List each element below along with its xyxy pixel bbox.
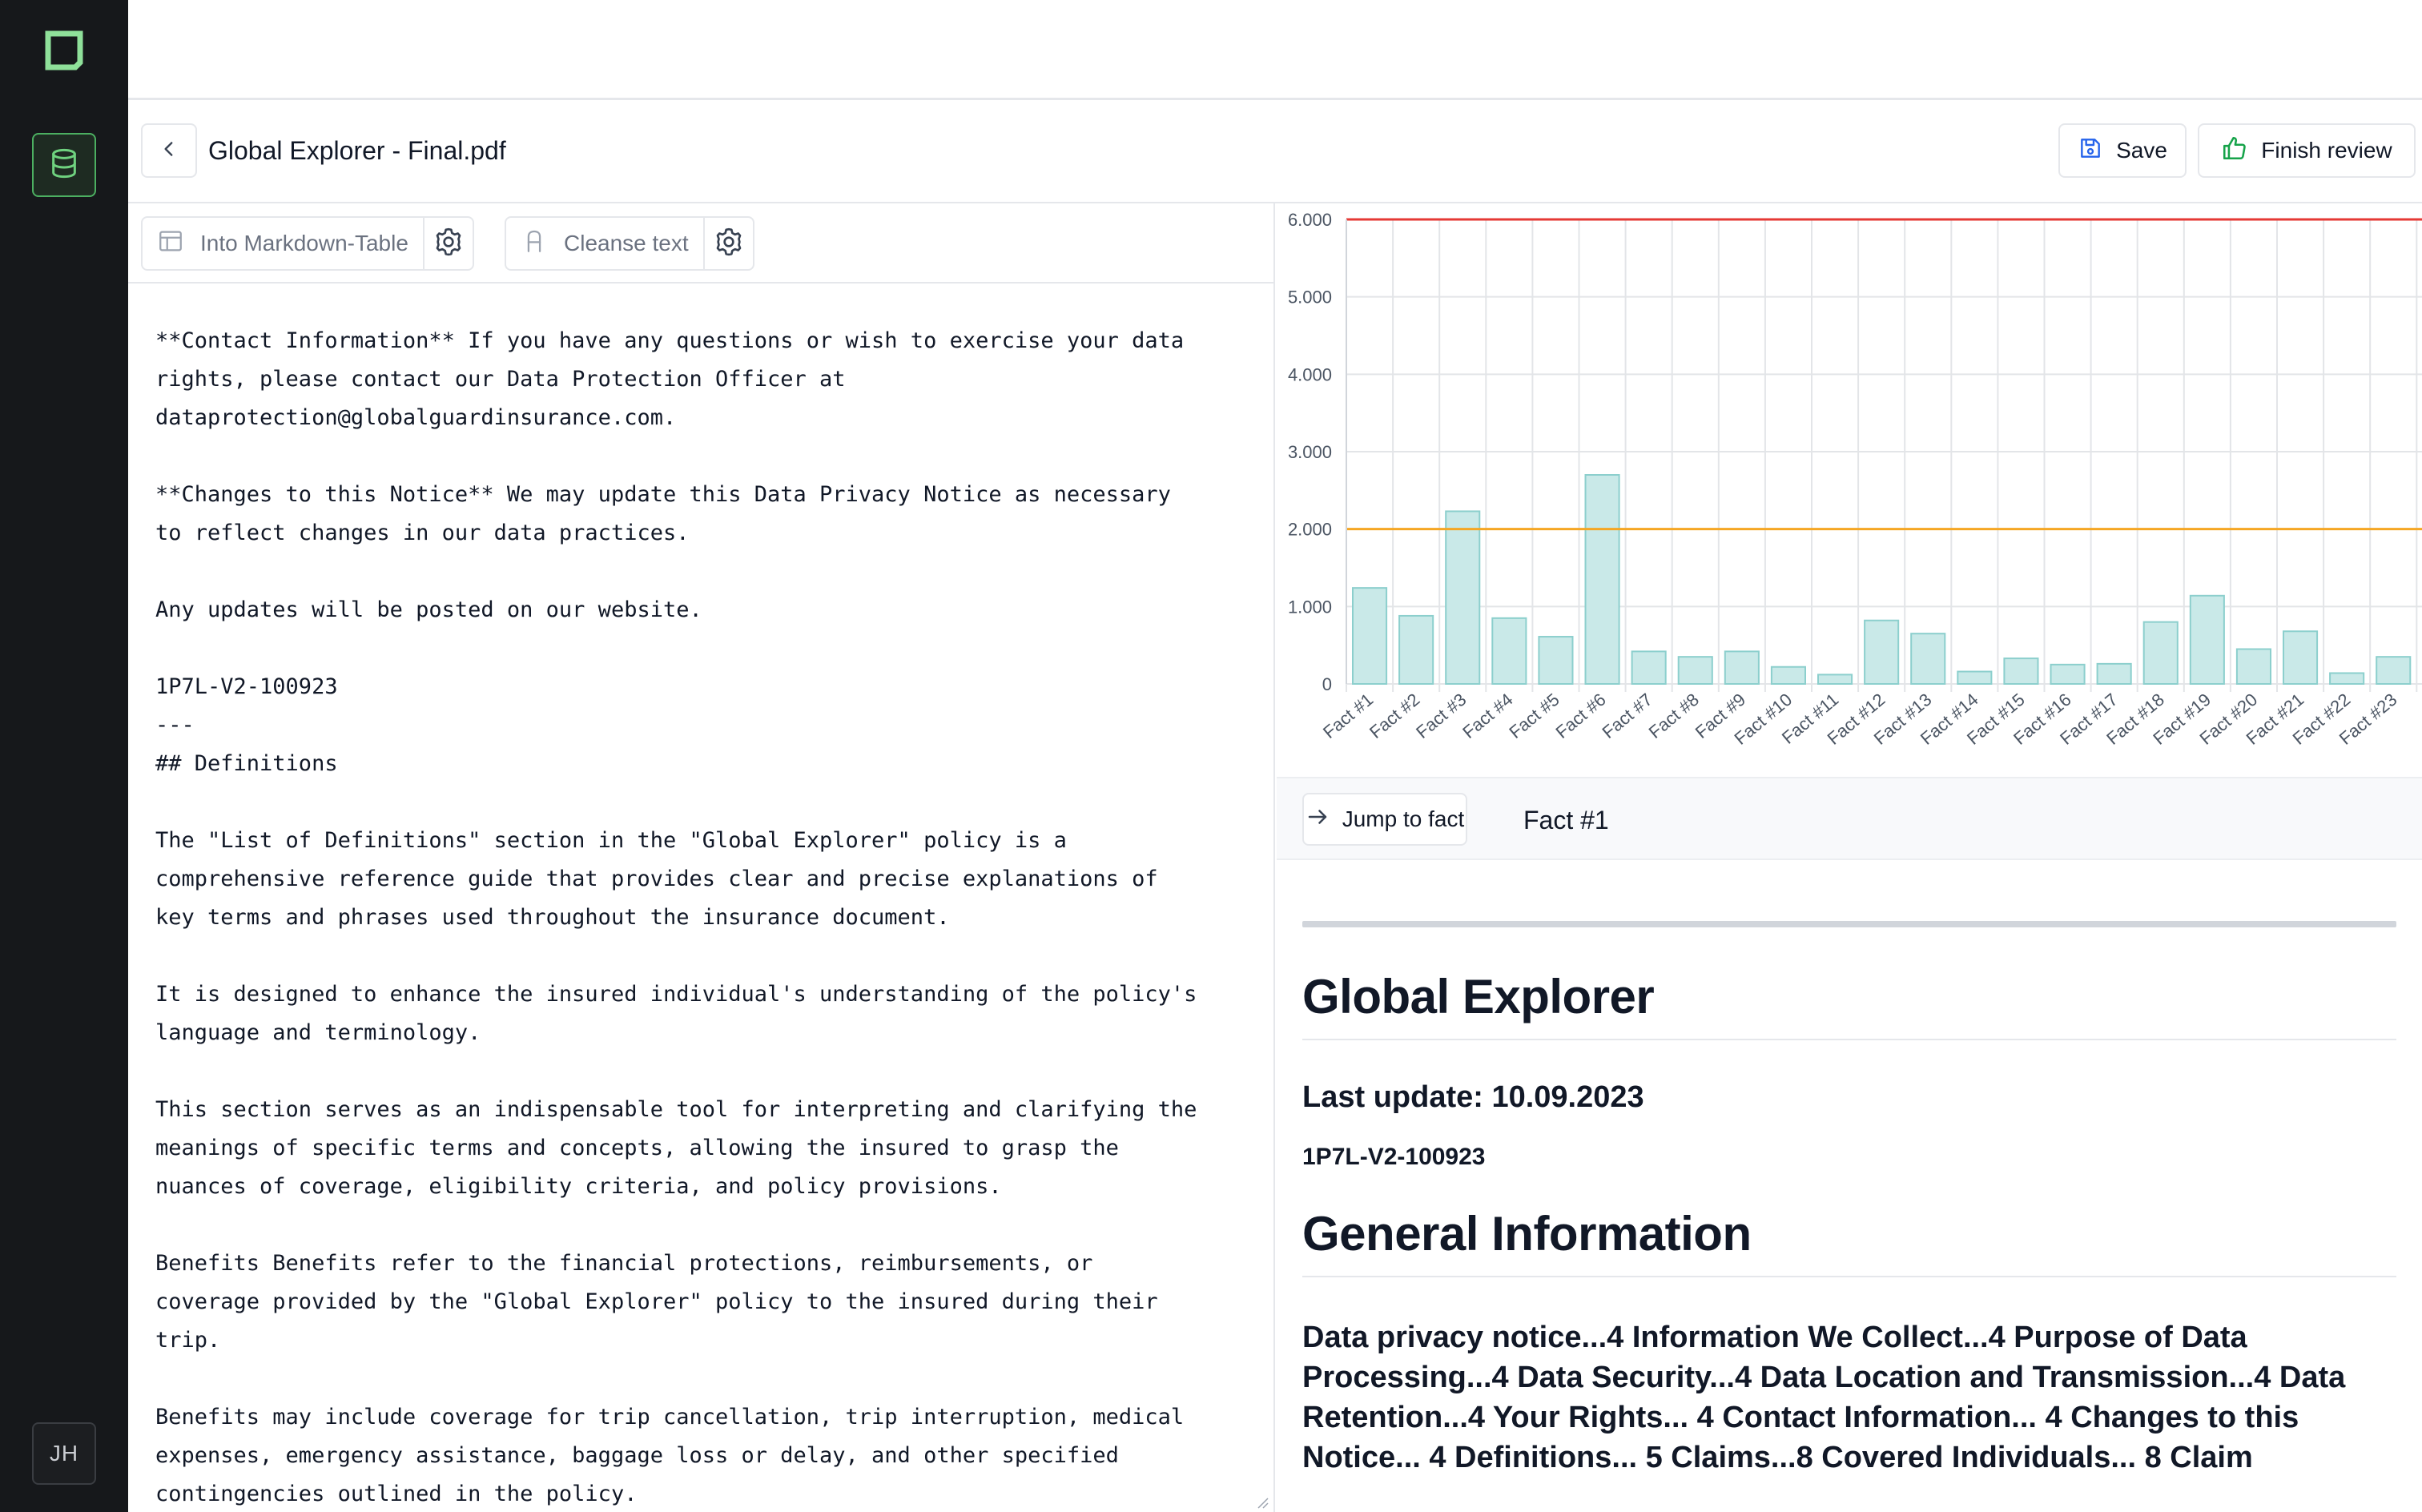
bar [2050, 663, 2086, 685]
editor-toolbar: Into Markdown-Table Cleanse text [128, 203, 1275, 284]
bar [1445, 510, 1481, 685]
y-tick-label: 6.000 [1288, 210, 1332, 230]
bar [1538, 636, 1574, 685]
document-title: Global Explorer - Final.pdf [208, 136, 506, 165]
preview-table-of-contents: Data privacy notice...4 Information We C… [1302, 1321, 2346, 1474]
finish-review-button[interactable]: Finish review [2198, 123, 2416, 178]
bar [2283, 630, 2319, 685]
into-markdown-table-label: Into Markdown-Table [200, 231, 408, 255]
preview-last-update: Last update: 10.09.2023 [1302, 1080, 1644, 1114]
save-icon [2078, 135, 2103, 167]
bar [1724, 650, 1760, 686]
resize-handle-icon[interactable] [1254, 1494, 1269, 1509]
into-markdown-table-button[interactable]: Into Markdown-Table [143, 218, 423, 269]
document-header: Global Explorer - Final.pdf Save Finish … [128, 101, 2422, 203]
y-tick-label: 4.000 [1288, 364, 1332, 384]
cleanse-text-label: Cleanse text [564, 231, 689, 255]
bar [1631, 650, 1667, 686]
top-bar [128, 0, 2422, 100]
nav-database-button[interactable] [32, 133, 96, 197]
y-tick-label: 1.000 [1288, 597, 1332, 617]
x-tick-label: Fact #2 [1366, 690, 1423, 742]
y-tick-label: 3.000 [1288, 442, 1332, 462]
jump-to-fact-button[interactable]: Jump to fact [1302, 793, 1467, 846]
cleanse-text-tool: Cleanse text [505, 216, 754, 271]
bar [2189, 594, 2225, 685]
x-tick-label: Fact #6 [1551, 690, 1609, 742]
gear-icon [713, 226, 745, 262]
x-tick-label: Fact #5 [1505, 690, 1563, 742]
save-label: Save [2116, 138, 2167, 163]
app-logo-icon[interactable] [43, 30, 85, 70]
user-avatar[interactable]: JH [32, 1422, 96, 1485]
bar [2142, 621, 2179, 686]
x-tick-label: Fact #7 [1599, 690, 1656, 742]
table-icon [157, 227, 184, 260]
y-tick-label: 0 [1322, 674, 1332, 694]
editor-pane: Into Markdown-Table Cleanse text **Conta… [128, 203, 1275, 1512]
bar [1584, 474, 1620, 685]
y-tick-label: 5.000 [1288, 288, 1332, 308]
jump-bar: Jump to fact Fact #1 [1277, 777, 2422, 860]
jump-to-fact-label: Jump to fact [1342, 806, 1465, 831]
bar [1398, 614, 1434, 686]
back-button[interactable] [141, 123, 197, 178]
preview-pane: 0 1.000 2.000 3.000 4.000 5.000 6.000 Fact #1 Fa… [1277, 203, 2422, 1512]
bar [1352, 587, 1388, 685]
bar [1957, 670, 1993, 685]
bar [1491, 617, 1527, 685]
current-fact-label: Fact #1 [1523, 806, 1609, 834]
preview-title: Global Explorer [1302, 970, 1655, 1023]
bar [2003, 657, 2039, 685]
text-format-icon [521, 227, 548, 260]
save-button[interactable]: Save [2058, 123, 2187, 178]
cleanse-text-settings-button[interactable] [702, 218, 753, 269]
bar [2096, 662, 2132, 685]
x-tick-label: Fact #8 [1645, 690, 1703, 742]
x-tick-label: Fact #1 [1319, 690, 1377, 742]
thumbs-up-icon [2221, 135, 2248, 167]
bar [1864, 619, 1900, 686]
cleanse-text-button[interactable]: Cleanse text [506, 218, 703, 269]
preview-code: 1P7L-V2-100923 [1302, 1144, 1486, 1170]
x-tick-label: Fact #3 [1412, 690, 1470, 742]
bar [1677, 656, 1713, 686]
y-tick-label: 2.000 [1288, 520, 1332, 540]
bar [2329, 672, 2365, 686]
heading-divider [1302, 1039, 2396, 1040]
markdown-table-settings-button[interactable] [422, 218, 473, 269]
sidebar: JH [0, 0, 128, 1512]
bar [2235, 648, 2272, 685]
arrow-right-icon [1306, 805, 1330, 834]
markdown-table-tool: Into Markdown-Table [141, 216, 474, 271]
preview-section-title: General Information [1302, 1207, 1752, 1261]
bar [1770, 666, 1807, 686]
document-preview: Global Explorer Last update: 10.09.2023 … [1302, 921, 2396, 1478]
chart-svg: 01.0002.0003.0004.0005.0006.000Fact #1Fa… [1288, 210, 2422, 749]
heading-divider [1302, 1276, 2396, 1277]
database-icon [48, 147, 80, 183]
bar [1817, 674, 1853, 686]
horizontal-rule [1302, 921, 2396, 927]
facts-bar-chart: 0 1.000 2.000 3.000 4.000 5.000 6.000 Fact #1 Fa… [1277, 203, 2422, 777]
x-tick-label: Fact #4 [1458, 690, 1516, 742]
bar [2376, 656, 2412, 686]
chevron-left-icon [159, 139, 179, 163]
bar [1910, 633, 1946, 686]
finish-review-label: Finish review [2261, 138, 2392, 163]
markdown-text-editor[interactable]: **Contact Information** If you have any … [155, 322, 1253, 1512]
gear-icon [432, 226, 465, 262]
